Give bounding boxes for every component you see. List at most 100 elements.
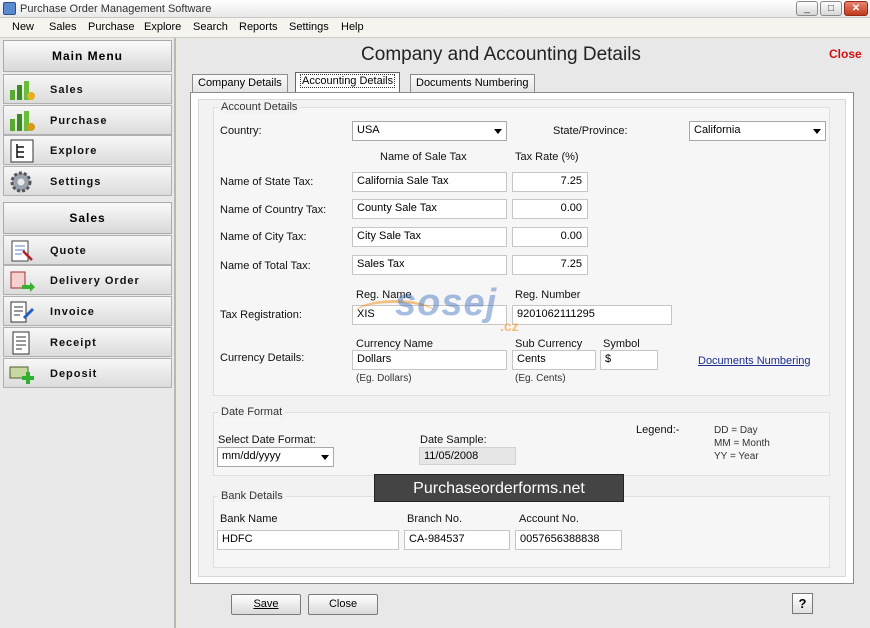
date-format-select[interactable]: mm/dd/yyyy [217,447,334,467]
date-sample-value: 11/05/2008 [419,447,516,465]
state-label: State/Province: [553,125,628,137]
page-title: Company and Accounting Details [361,44,641,65]
sidebar-item-purchase[interactable]: Purchase [3,105,172,135]
currency-name-hint: (Eg. Dollars) [356,373,412,384]
purchase-chart-icon [10,111,35,131]
state-tax-name-input[interactable]: California Sale Tax [352,172,507,192]
legend-month: MM = Month [714,438,770,449]
chevron-down-icon [321,455,329,460]
tab-label: Accounting Details [299,74,396,88]
country-value: USA [357,124,380,136]
menu-help[interactable]: Help [341,21,364,33]
chevron-down-icon [494,129,502,134]
sidebar-item-invoice[interactable]: Invoice [3,296,172,326]
sidebar-item-label: Invoice [50,306,95,318]
menu-reports[interactable]: Reports [239,21,278,33]
save-label: Save [253,598,279,610]
total-tax-rate-input[interactable]: 7.25 [512,255,588,275]
tab-company-details[interactable]: Company Details [192,74,288,92]
legend-year: YY = Year [714,451,759,462]
total-tax-name-input[interactable]: Sales Tax [352,255,507,275]
sales-section-header: Sales [3,202,172,234]
state-value: California [694,124,741,136]
menu-sales[interactable]: Sales [49,21,77,33]
date-format-value: mm/dd/yyyy [222,450,281,462]
menu-search[interactable]: Search [193,21,228,33]
branch-no-input[interactable]: CA-984537 [404,530,510,550]
chevron-down-icon [813,129,821,134]
tab-accounting-details[interactable]: Accounting Details [295,72,401,93]
sidebar-item-label: Delivery Order [50,275,140,287]
bank-details-label: Bank Details [218,490,286,502]
window-close-button[interactable]: ✕ [844,1,868,16]
sidebar-item-label: Quote [50,245,87,257]
sidebar-item-quote[interactable]: Quote [3,235,172,265]
deposit-icon [9,366,34,384]
application-window: Purchase Order Management Software _ □ ✕… [0,0,870,628]
city-tax-rate-input[interactable]: 0.00 [512,227,588,247]
sidebar-item-label: Sales [50,84,84,96]
sub-currency-header: Sub Currency [515,338,583,350]
menu-settings[interactable]: Settings [289,21,329,33]
sidebar-item-label: Deposit [50,368,98,380]
close-link[interactable]: Close [829,47,862,61]
sub-currency-input[interactable]: Cents [512,350,596,370]
quote-icon [11,240,33,262]
window-title: Purchase Order Management Software [20,3,212,15]
account-no-input[interactable]: 0057656388838 [515,530,622,550]
country-tax-rate-input[interactable]: 0.00 [512,199,588,219]
explore-tree-icon [10,139,34,163]
date-format-label: Date Format [218,406,286,418]
city-tax-label: Name of City Tax: [220,231,307,243]
branch-no-header: Branch No. [407,513,463,525]
tab-documents-numbering[interactable]: Documents Numbering [410,74,535,92]
tax-registration-label: Tax Registration: [220,309,302,321]
maximize-button[interactable]: □ [820,1,842,16]
sidebar-item-explore[interactable]: Explore [3,135,172,165]
sidebar-item-label: Settings [50,176,102,188]
sidebar-item-receipt[interactable]: Receipt [3,327,172,357]
sidebar-item-delivery-order[interactable]: Delivery Order [3,265,172,295]
app-icon [3,2,16,15]
account-no-header: Account No. [519,513,579,525]
sidebar-item-settings[interactable]: Settings [3,166,172,196]
total-tax-label: Name of Total Tax: [220,260,311,272]
state-tax-label: Name of State Tax: [220,176,314,188]
select-date-format-label: Select Date Format: [218,434,316,446]
country-tax-name-input[interactable]: County Sale Tax [352,199,507,219]
watermark-text: sosej [395,282,498,324]
save-button[interactable]: Save [231,594,301,615]
symbol-input[interactable]: $ [600,350,658,370]
help-button[interactable]: ? [792,593,813,614]
sidebar-item-label: Receipt [50,337,97,349]
tax-rate-header: Tax Rate (%) [515,151,579,163]
tax-name-header: Name of Sale Tax [380,151,467,163]
currency-details-label: Currency Details: [220,352,305,364]
sub-currency-hint: (Eg. Cents) [515,373,566,384]
watermark-banner: Purchaseorderforms.net [374,474,624,502]
state-select[interactable]: California [689,121,826,141]
menu-new[interactable]: New [12,21,34,33]
bank-name-input[interactable]: HDFC [217,530,399,550]
sidebar-item-deposit[interactable]: Deposit [3,358,172,388]
reg-number-input[interactable]: 9201062111295 [512,305,672,325]
menu-purchase[interactable]: Purchase [88,21,134,33]
sidebar-item-label: Purchase [50,115,108,127]
menu-bar: New Sales Purchase Explore Search Report… [0,18,870,38]
minimize-button[interactable]: _ [796,1,818,16]
reg-number-header: Reg. Number [515,289,581,301]
state-tax-rate-input[interactable]: 7.25 [512,172,588,192]
sidebar-item-sales[interactable]: Sales [3,74,172,104]
close-button[interactable]: Close [308,594,378,615]
delivery-order-icon [10,271,35,292]
menu-explore[interactable]: Explore [144,21,181,33]
sales-chart-icon [10,81,35,100]
documents-numbering-link[interactable]: Documents Numbering [698,355,811,367]
legend-label: Legend:- [636,424,680,436]
currency-name-input[interactable]: Dollars [352,350,507,370]
main-menu-header: Main Menu [3,40,172,72]
symbol-header: Symbol [603,338,640,350]
country-tax-label: Name of Country Tax: [220,204,327,216]
country-select[interactable]: USA [352,121,507,141]
city-tax-name-input[interactable]: City Sale Tax [352,227,507,247]
